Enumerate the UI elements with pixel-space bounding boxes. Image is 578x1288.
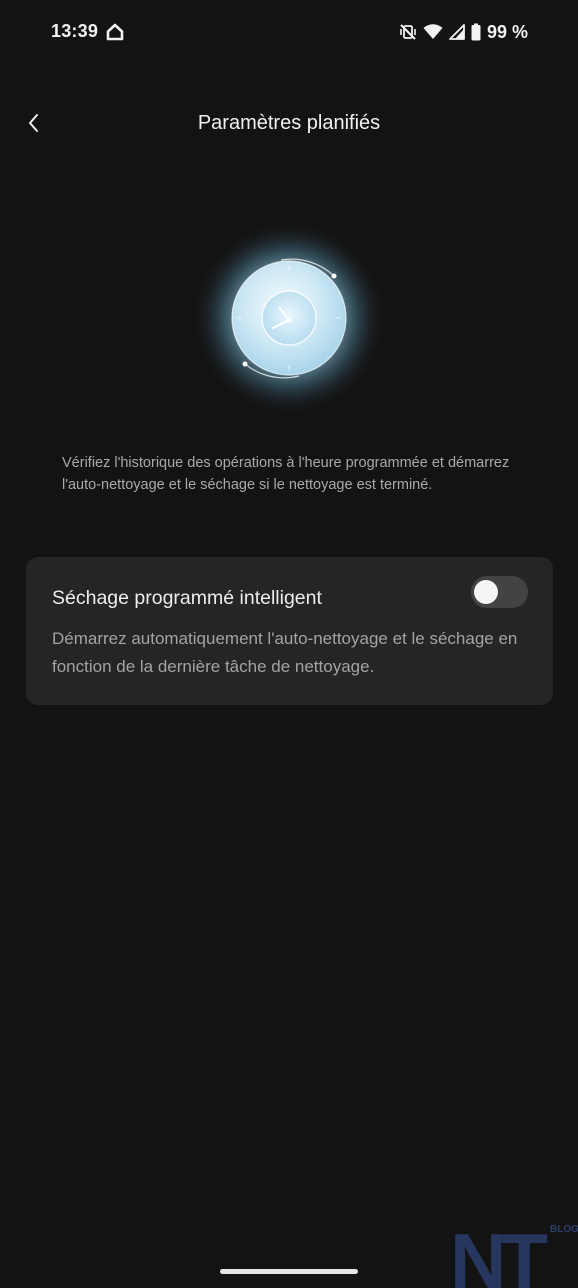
home-indicator[interactable]: [220, 1269, 358, 1274]
smart-drying-card: Séchage programmé intelligent Démarrez a…: [26, 557, 553, 705]
page-title: Paramètres planifiés: [197, 112, 381, 134]
smart-drying-toggle[interactable]: [471, 576, 528, 608]
feature-description: Vérifiez l'historique des opérations à l…: [62, 455, 510, 493]
clock-illustration: [191, 220, 387, 416]
home-icon: [106, 23, 124, 41]
mute-vibrate-icon: [400, 24, 416, 40]
signal-icon: [449, 24, 465, 40]
nt-blog-watermark-logo: NT BLOG: [450, 1218, 578, 1288]
toggle-knob: [474, 580, 498, 604]
setting-description: Démarrez automatiquement l'auto-nettoyag…: [52, 629, 518, 676]
setting-title: Séchage programmé intelligent: [52, 587, 322, 609]
status-bar: 13:39 99 %: [0, 0, 578, 66]
battery-icon: [471, 23, 481, 41]
watermark-logo-text: NT: [450, 1218, 547, 1288]
status-time: 13:39: [51, 21, 99, 41]
status-icons: 99 %: [399, 21, 528, 43]
wifi-icon: [423, 24, 443, 39]
battery-percentage: 99 %: [486, 21, 528, 42]
watermark-blog-text: BLOG: [550, 1224, 578, 1235]
